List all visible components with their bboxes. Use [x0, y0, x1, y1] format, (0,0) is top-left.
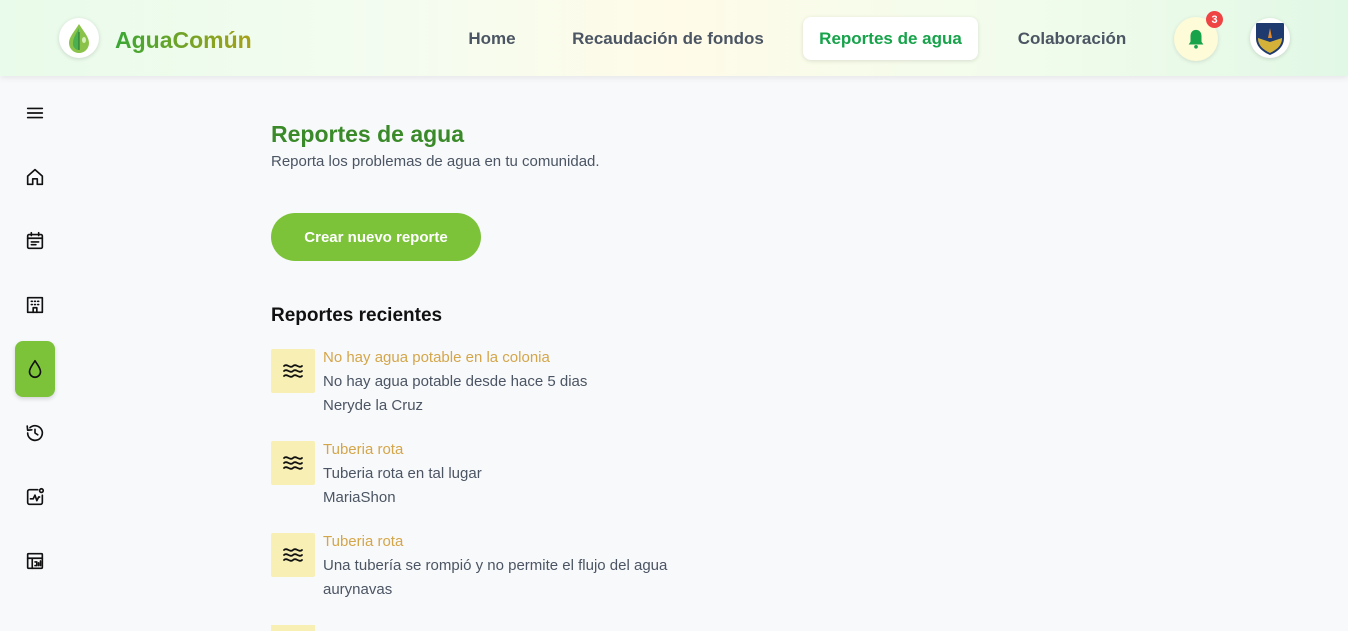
recent-reports-heading: Reportes recientes — [271, 305, 443, 326]
report-item[interactable]: Tuberia rota Tuberia rota en tal lugar M… — [271, 441, 771, 521]
nav-colaboracion[interactable]: Colaboración — [1000, 17, 1144, 60]
notification-count-badge: 3 — [1206, 11, 1223, 28]
report-item[interactable]: No hay agua potable en la colonia No hay… — [271, 349, 771, 429]
bell-icon — [1188, 29, 1204, 49]
report-description: Tuberia rota en tal lugar — [323, 465, 482, 482]
nav-home[interactable]: Home — [452, 17, 532, 60]
menu-icon — [26, 107, 44, 119]
create-report-button[interactable]: Crear nuevo reporte — [271, 213, 481, 261]
report-description: No hay agua potable desde hace 5 dias — [323, 373, 588, 390]
report-chart-icon — [26, 552, 44, 570]
sidebar-item-history[interactable] — [15, 413, 55, 453]
page-subtitle: Reporta los problemas de agua en tu comu… — [271, 153, 600, 170]
sidebar-item-home[interactable] — [15, 157, 55, 197]
sidebar-item-building[interactable] — [15, 285, 55, 325]
report-author: aurynavas — [323, 581, 393, 598]
top-header: AguaComún Home Recaudación de fondos Rep… — [0, 0, 1348, 76]
report-title: Tuberia rota — [323, 441, 404, 458]
home-icon — [26, 168, 44, 186]
sidebar-item-reports[interactable] — [15, 541, 55, 581]
report-title: No hay agua potable en la colonia — [323, 349, 550, 366]
menu-toggle-button[interactable] — [15, 93, 55, 133]
calendar-icon — [26, 231, 44, 250]
page-title: Reportes de agua — [271, 121, 464, 147]
partial-report-icon — [271, 625, 315, 631]
sidebar-item-activity[interactable] — [15, 477, 55, 517]
sidebar-item-water-reports[interactable] — [15, 341, 55, 397]
user-avatar[interactable] — [1250, 18, 1290, 58]
report-item[interactable]: Tuberia rota Una tubería se rompió y no … — [271, 533, 771, 613]
history-icon — [26, 424, 44, 442]
report-author: MariaShon — [323, 489, 396, 506]
nav-reportes-de-agua[interactable]: Reportes de agua — [803, 17, 978, 60]
waves-icon — [271, 533, 315, 577]
brand-name[interactable]: AguaComún — [115, 27, 252, 54]
water-drop-icon — [28, 359, 42, 378]
logo[interactable] — [59, 18, 99, 58]
building-icon — [26, 296, 44, 314]
report-description: Una tubería se rompió y no permite el fl… — [323, 557, 668, 574]
report-author: Neryde la Cruz — [323, 397, 424, 414]
leaf-drop-icon — [69, 24, 89, 53]
shield-crest-icon — [1256, 23, 1284, 55]
sidebar-item-calendar[interactable] — [15, 221, 55, 261]
waves-icon — [271, 349, 315, 393]
activity-icon — [26, 487, 45, 506]
nav-recaudacion-de-fondos[interactable]: Recaudación de fondos — [558, 17, 778, 60]
report-title: Tuberia rota — [323, 533, 404, 550]
waves-icon — [271, 441, 315, 485]
